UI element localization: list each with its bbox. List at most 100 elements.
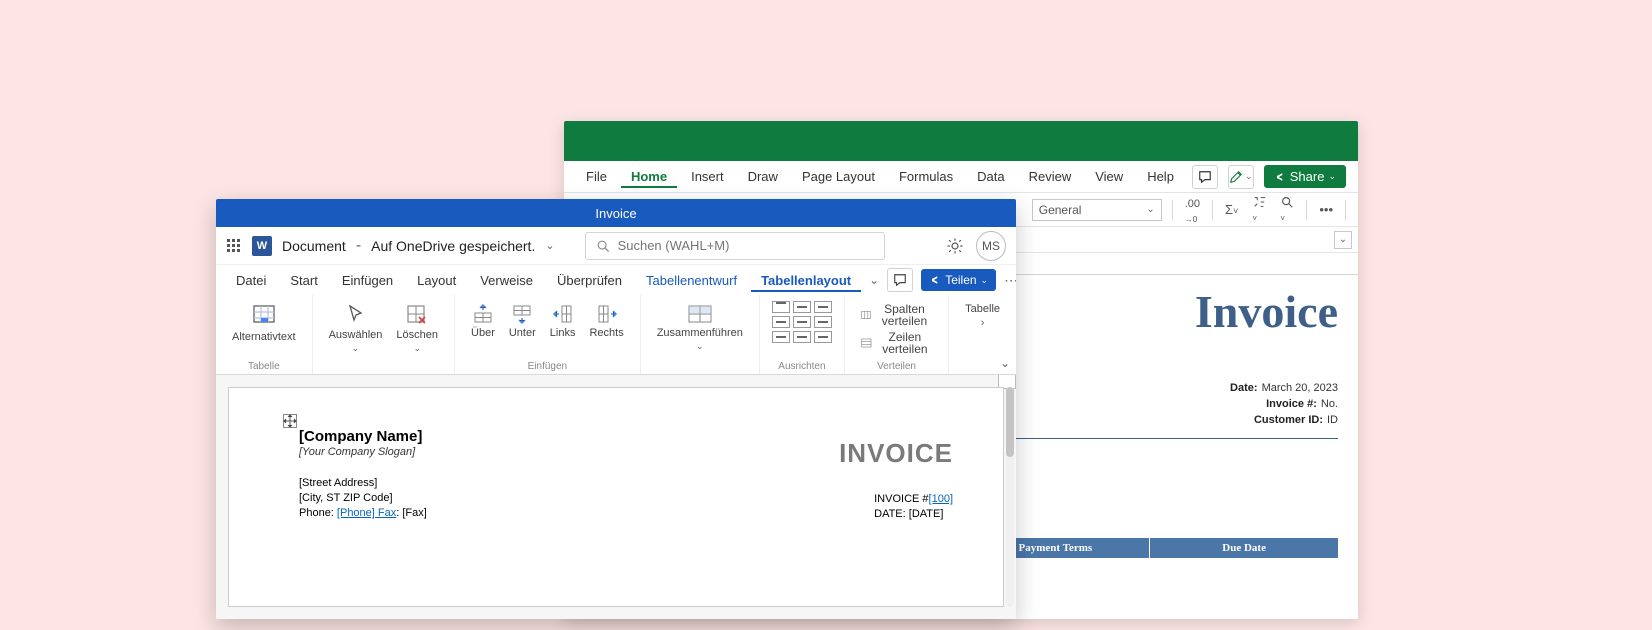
word-invoice-meta: INVOICE #[100] DATE: [DATE]: [874, 492, 953, 522]
word-save-status: Auf OneDrive gespeichert.: [371, 238, 535, 254]
gear-icon: [946, 237, 964, 255]
settings-button[interactable]: [946, 237, 964, 255]
align-mid-left[interactable]: [772, 316, 790, 328]
word-search-input[interactable]: [618, 238, 874, 253]
align-bot-center[interactable]: [793, 331, 811, 343]
ribbon-btn-table-size[interactable]: Tabelle ›: [961, 301, 1004, 331]
excel-menu-review[interactable]: Review: [1019, 165, 1082, 188]
align-mid-center[interactable]: [793, 316, 811, 328]
word-menu-ueberpruefen[interactable]: Überprüfen: [547, 269, 632, 292]
align-bot-right[interactable]: [814, 331, 832, 343]
excel-info-custid-label: Customer ID:: [1254, 414, 1323, 426]
excel-comment-button[interactable]: [1192, 165, 1218, 189]
excel-share-label: Share: [1290, 169, 1325, 184]
align-top-left[interactable]: [772, 301, 790, 313]
word-menu-tabellenlayout[interactable]: Tabellenlayout: [751, 269, 861, 292]
word-menu-layout[interactable]: Layout: [407, 269, 466, 292]
ribbon-group-tabelle: Alternativtext Tabelle: [216, 295, 313, 374]
excel-decrease-decimal-button[interactable]: .00→0: [1183, 195, 1202, 225]
word-menu-verweise[interactable]: Verweise: [470, 269, 543, 292]
excel-number-format-dropdown[interactable]: General ⌄: [1032, 199, 1162, 221]
ribbon-btn-auswaehlen[interactable]: Auswählen⌄: [325, 301, 387, 356]
excel-menu-view[interactable]: View: [1085, 165, 1133, 188]
excel-th-due: Due Date: [1150, 538, 1338, 558]
chevron-down-icon[interactable]: ⌄: [545, 239, 554, 252]
excel-edit-mode-button[interactable]: ⌄: [1228, 165, 1254, 189]
word-search-box[interactable]: [585, 232, 885, 260]
word-header: W Document - Auf OneDrive gespeichert. ⌄…: [216, 227, 1016, 265]
ribbon-btn-spalten-verteilen[interactable]: Spalten verteilen: [857, 301, 936, 329]
word-scrollbar[interactable]: [1006, 387, 1014, 607]
ribbon-group-verteilen: Spalten verteilen Zeilen verteilen Verte…: [845, 295, 949, 374]
alignment-grid: [772, 301, 832, 343]
ribbon-btn-unter[interactable]: Unter: [505, 301, 540, 341]
word-addr-street: [Street Address]: [299, 477, 377, 489]
word-menu-tabellenentwurf[interactable]: Tabellenentwurf: [636, 269, 747, 292]
ribbon-collapse-button[interactable]: ⌄: [1000, 356, 1010, 370]
word-company-address: [Street Address] [City, ST ZIP Code] Pho…: [299, 476, 953, 521]
ribbon-btn-alternativtext[interactable]: Alternativtext: [228, 301, 300, 345]
ribbon-group-zusammenfuehren: Zusammenführen⌄: [641, 295, 760, 374]
word-menubar: Datei Start Einfügen Layout Verweise Übe…: [216, 265, 1016, 295]
word-menu-datei[interactable]: Datei: [226, 269, 276, 292]
word-phone-link[interactable]: [Phone]: [337, 507, 375, 519]
excel-info-invnum-value: No.: [1321, 398, 1338, 410]
excel-share-button[interactable]: Share ⌄: [1264, 165, 1346, 188]
word-page[interactable]: [Company Name] [Your Company Slogan] [St…: [228, 387, 1004, 607]
align-bot-left[interactable]: [772, 331, 790, 343]
ribbon-btn-loeschen[interactable]: Löschen⌄: [392, 301, 442, 356]
merge-cells-icon: [687, 303, 713, 325]
ribbon-group-label-tabelle: Tabelle: [248, 361, 280, 372]
ribbon-btn-rechts[interactable]: Rechts: [585, 301, 627, 341]
word-menu-start[interactable]: Start: [280, 269, 327, 292]
ribbon-btn-zusammenfuehren[interactable]: Zusammenführen⌄: [653, 301, 747, 354]
ribbon-btn-links[interactable]: Links: [546, 301, 580, 341]
word-scrollbar-thumb[interactable]: [1006, 387, 1014, 457]
word-ribbon: Alternativtext Tabelle Auswählen⌄ Lösche…: [216, 295, 1016, 375]
excel-more-button[interactable]: •••: [1317, 202, 1335, 217]
word-invoice-no-link[interactable]: [100]: [929, 493, 953, 505]
excel-formula-expand-button[interactable]: ⌄: [1334, 231, 1352, 249]
word-menu-overflow[interactable]: ⌄: [865, 269, 883, 291]
word-share-label: Teilen: [945, 273, 976, 287]
share-icon: [929, 274, 941, 286]
word-phone-prefix: Phone:: [299, 507, 337, 519]
word-comment-button[interactable]: [887, 268, 913, 292]
excel-menu-formulas[interactable]: Formulas: [889, 165, 963, 188]
excel-find-button[interactable]: ˅: [1278, 195, 1296, 224]
ribbon-group-label-einfuegen: Einfügen: [528, 361, 567, 372]
ribbon-group-einfuegen: Über Unter Links Rechts Einfügen: [455, 295, 641, 374]
excel-autosum-button[interactable]: Σ˅: [1223, 202, 1240, 217]
ribbon-group-label-ausrichten: Ausrichten: [778, 361, 825, 372]
delete-table-icon: [405, 303, 429, 327]
excel-menu-home[interactable]: Home: [621, 165, 677, 188]
align-mid-right[interactable]: [814, 316, 832, 328]
word-invoice-no-prefix: INVOICE #: [874, 493, 928, 505]
insert-right-icon: [596, 303, 618, 325]
align-top-center[interactable]: [793, 301, 811, 313]
excel-menu-page-layout[interactable]: Page Layout: [792, 165, 885, 188]
insert-below-icon: [511, 303, 533, 325]
excel-menu-file[interactable]: File: [576, 165, 617, 188]
app-launcher-icon[interactable]: [226, 238, 242, 254]
excel-titlebar: [564, 121, 1358, 161]
word-fax-link[interactable]: Fax: [375, 507, 396, 519]
ribbon-btn-zeilen-verteilen[interactable]: Zeilen verteilen: [857, 329, 936, 357]
excel-sort-filter-button[interactable]: ˅: [1250, 195, 1268, 224]
word-more-button[interactable]: ⋯: [1004, 272, 1016, 289]
excel-info-date-label: Date:: [1230, 382, 1258, 394]
align-top-right[interactable]: [814, 301, 832, 313]
word-document-name[interactable]: Document: [282, 238, 346, 254]
word-titlebar-text: Invoice: [595, 206, 636, 221]
excel-menu-help[interactable]: Help: [1137, 165, 1184, 188]
word-fax-suffix: : [Fax]: [396, 507, 427, 519]
excel-menu-insert[interactable]: Insert: [681, 165, 734, 188]
word-menu-einfuegen[interactable]: Einfügen: [332, 269, 403, 292]
excel-number-format-value: General: [1039, 203, 1082, 217]
word-share-button[interactable]: Teilen ⌄: [921, 269, 996, 291]
ribbon-btn-ueber[interactable]: Über: [467, 301, 499, 341]
excel-menu-data[interactable]: Data: [967, 165, 1014, 188]
table-move-handle-icon[interactable]: [283, 414, 297, 428]
user-avatar[interactable]: MS: [976, 231, 1006, 261]
excel-menu-draw[interactable]: Draw: [738, 165, 788, 188]
